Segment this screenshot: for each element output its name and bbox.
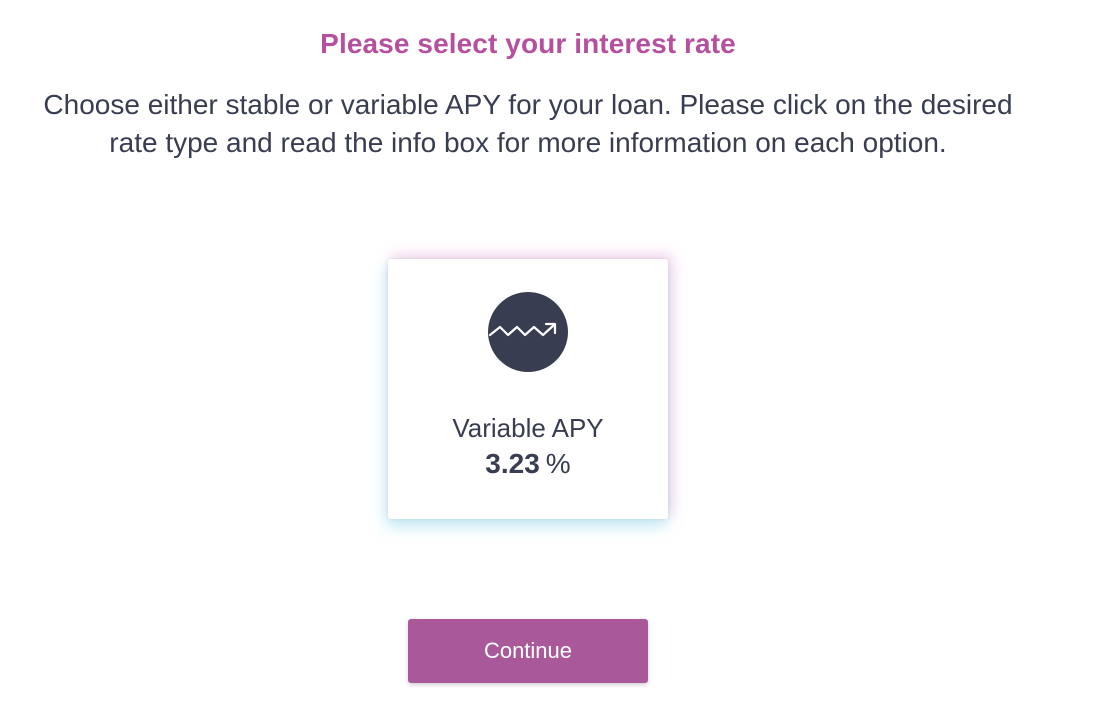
rate-value: 3.23 [485, 448, 540, 479]
continue-button[interactable]: Continue [408, 619, 648, 683]
variable-apy-card[interactable]: Variable APY 3.23% [388, 259, 668, 519]
trending-up-icon [488, 292, 568, 372]
rate-type-label: Variable APY [452, 413, 604, 443]
page-description: Choose either stable or variable APY for… [43, 89, 1013, 158]
rate-unit: % [545, 448, 571, 479]
page-title: Please select your interest rate [320, 28, 736, 59]
rate-value-row: 3.23% [388, 448, 668, 480]
